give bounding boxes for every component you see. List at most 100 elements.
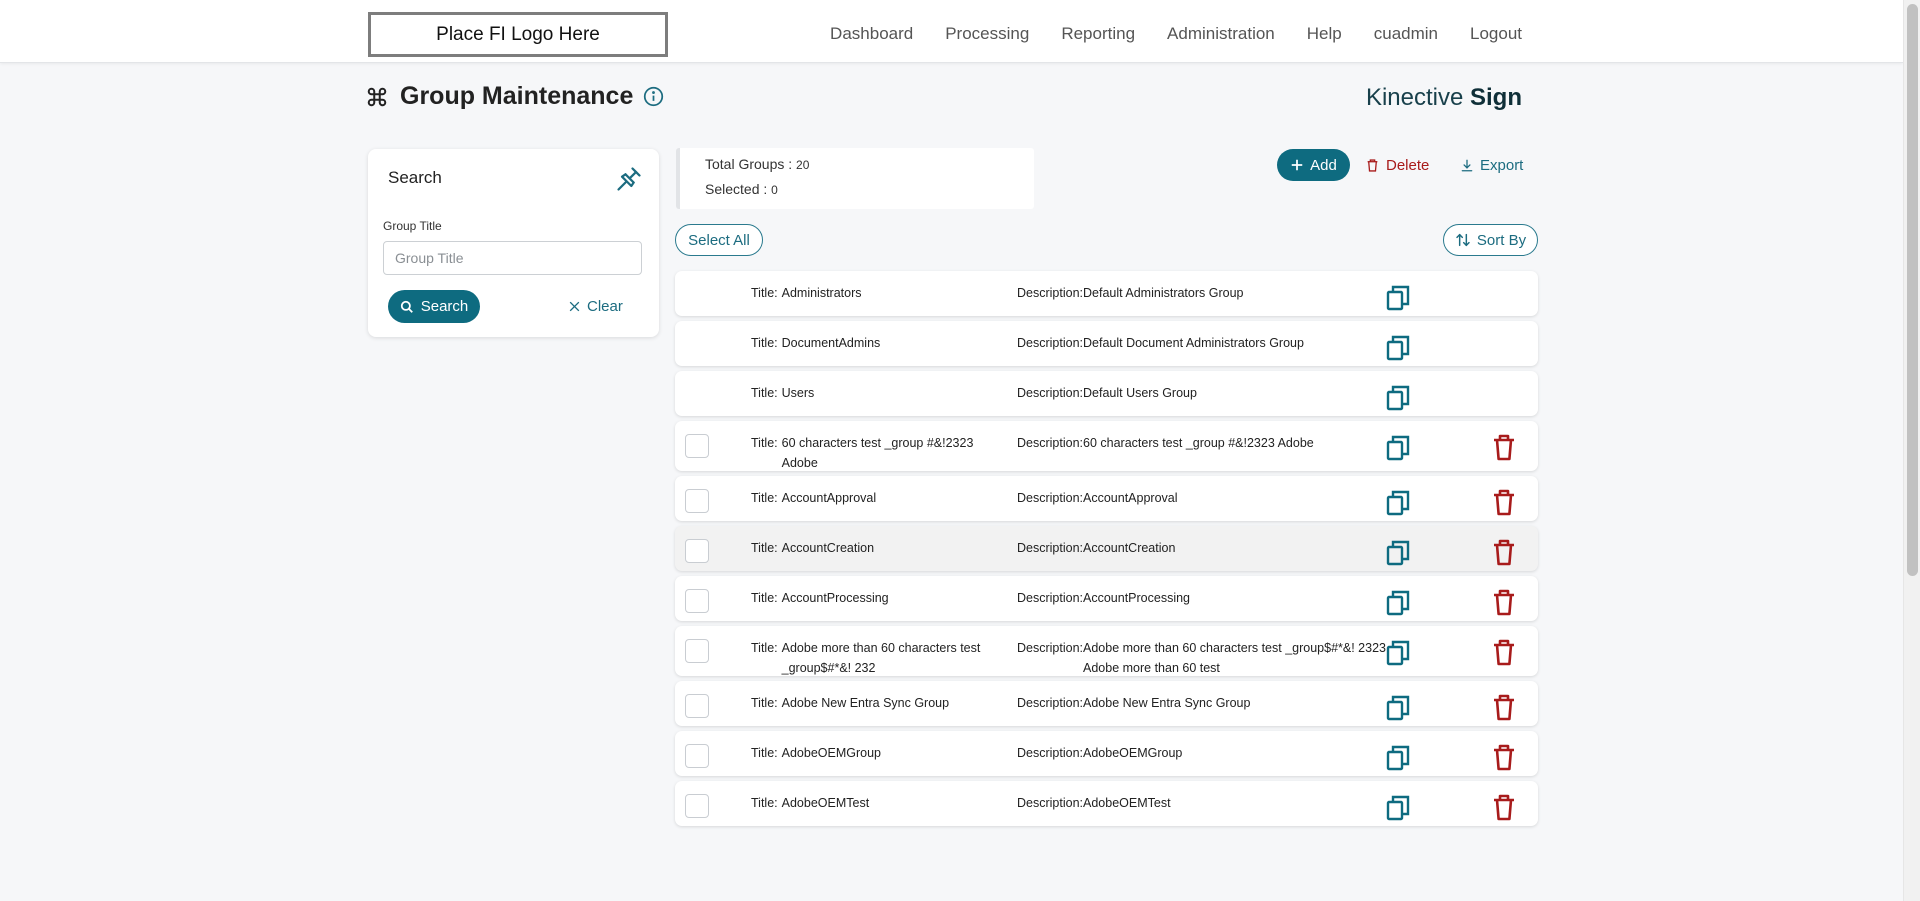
row-checkbox[interactable] (685, 589, 709, 613)
description-prefix: Description: (1017, 746, 1083, 760)
group-row[interactable]: Title: 60 characters test _group #&!2323 … (675, 421, 1538, 471)
trash-icon[interactable] (1492, 744, 1516, 771)
row-checkbox[interactable] (685, 434, 709, 458)
search-panel: Search Group Title Search Clear (368, 149, 659, 337)
group-row[interactable]: Title: AccountProcessing Description: Accou… (675, 576, 1538, 621)
logo-placeholder[interactable]: Place FI Logo Here (368, 12, 668, 57)
nav-logout[interactable]: Logout (1470, 24, 1522, 44)
row-checkbox[interactable] (685, 694, 709, 718)
clear-button[interactable]: Clear (568, 290, 623, 323)
group-title-value: Administrators (781, 286, 862, 300)
nav-dashboard[interactable]: Dashboard (830, 24, 913, 44)
copy-icon[interactable] (1385, 744, 1411, 771)
row-checkbox[interactable] (685, 539, 709, 563)
group-row[interactable]: Title: Adobe New Entra Sync Group Descript… (675, 681, 1538, 726)
copy-icon[interactable] (1385, 694, 1411, 721)
group-row[interactable]: Title: AccountApproval Description: Account… (675, 476, 1538, 521)
group-description: Description: AdobeOEMTest (1017, 793, 1387, 813)
group-description: Description: AccountApproval (1017, 488, 1387, 508)
group-title: Title: AccountCreation (751, 538, 1001, 558)
title-prefix: Title: (751, 591, 778, 605)
group-description: Description: AccountProcessing (1017, 588, 1387, 608)
row-checkbox[interactable] (685, 639, 709, 663)
delete-button[interactable]: Delete (1366, 149, 1429, 181)
title-prefix: Title: (751, 336, 778, 350)
nav-help[interactable]: Help (1307, 24, 1342, 44)
plus-icon (1291, 159, 1303, 171)
group-title-value: Adobe New Entra Sync Group (781, 696, 950, 710)
group-title: Title: DocumentAdmins (751, 333, 1001, 353)
group-row[interactable]: Title: AdobeOEMTest Description: AdobeOEMTe… (675, 781, 1538, 826)
export-button-label: Export (1480, 156, 1524, 174)
group-description: Description: 60 characters test _group #&… (1017, 433, 1387, 453)
page-scrollbar[interactable] (1903, 0, 1920, 901)
search-button[interactable]: Search (388, 290, 480, 323)
copy-icon[interactable] (1385, 639, 1411, 666)
copy-icon[interactable] (1385, 434, 1411, 461)
copy-icon[interactable] (1385, 334, 1411, 361)
description-prefix: Description: (1017, 541, 1083, 555)
group-row[interactable]: Title: DocumentAdmins Description: Default … (675, 321, 1538, 366)
select-all-button[interactable]: Select All (675, 224, 763, 256)
nav-processing[interactable]: Processing (945, 24, 1029, 44)
group-description-value: AccountApproval (1083, 491, 1178, 505)
pin-icon[interactable] (615, 165, 643, 193)
nav-user-account[interactable]: cuadmin (1374, 24, 1438, 44)
row-checkbox[interactable] (685, 489, 709, 513)
group-title-value: AccountProcessing (781, 591, 889, 605)
title-prefix: Title: (751, 746, 778, 760)
title-prefix: Title: (751, 436, 778, 450)
search-button-label: Search (420, 298, 469, 315)
trash-icon[interactable] (1492, 694, 1516, 721)
trash-icon[interactable] (1492, 539, 1516, 566)
nav-administration[interactable]: Administration (1167, 24, 1275, 44)
description-prefix: Description: (1017, 696, 1083, 710)
group-description: Description: Default Document Administrat… (1017, 333, 1387, 353)
trash-icon[interactable] (1492, 639, 1516, 666)
brand-name-bold: Sign (1470, 84, 1522, 111)
info-icon[interactable] (643, 86, 664, 107)
group-description: Description: Default Users Group (1017, 383, 1387, 403)
group-description-value: Default Document Administrators Group (1083, 336, 1304, 350)
row-checkbox[interactable] (685, 794, 709, 818)
title-prefix: Title: (751, 541, 778, 555)
group-title-value: AdobeOEMTest (781, 796, 870, 810)
group-row[interactable]: Title: Users Description: Default Users Gro… (675, 371, 1538, 416)
sort-icon (1456, 233, 1470, 247)
group-title-value: AccountCreation (781, 541, 875, 555)
sort-by-button[interactable]: Sort By (1443, 224, 1538, 256)
group-description-value: 60 characters test _group #&!2323 Adobe (1083, 436, 1314, 450)
group-title: Title: 60 characters test _group #&!2323 … (751, 433, 1001, 473)
selected-label: Selected : (705, 181, 772, 197)
copy-icon[interactable] (1385, 384, 1411, 411)
group-row[interactable]: Title: AdobeOEMGroup Description: AdobeOEMG… (675, 731, 1538, 776)
title-prefix: Title: (751, 696, 778, 710)
copy-icon[interactable] (1385, 489, 1411, 516)
copy-icon[interactable] (1385, 794, 1411, 821)
group-title-input[interactable] (383, 241, 642, 275)
group-row[interactable]: Title: Administrators Description: Default … (675, 271, 1538, 316)
row-checkbox[interactable] (685, 744, 709, 768)
copy-icon[interactable] (1385, 589, 1411, 616)
trash-icon[interactable] (1492, 794, 1516, 821)
group-title-value: 60 characters test _group #&!2323 Adobe (781, 436, 974, 470)
trash-icon[interactable] (1492, 589, 1516, 616)
selected-count: Selected : 0 (705, 181, 778, 197)
clear-button-label: Clear (587, 298, 623, 315)
group-row[interactable]: Title: AccountCreation Description: Account… (675, 526, 1538, 571)
title-prefix: Title: (751, 386, 778, 400)
copy-icon[interactable] (1385, 284, 1411, 311)
export-button[interactable]: Export (1460, 149, 1523, 181)
scrollbar-thumb[interactable] (1907, 4, 1918, 576)
group-title: Title: AccountApproval (751, 488, 1001, 508)
group-row[interactable]: Title: Adobe more than 60 characters test… (675, 626, 1538, 676)
copy-icon[interactable] (1385, 539, 1411, 566)
trash-icon[interactable] (1492, 434, 1516, 461)
group-title: Title: Administrators (751, 283, 1001, 303)
group-description-value: AccountCreation (1083, 541, 1176, 555)
trash-icon (1367, 158, 1378, 172)
group-description-value: AdobeOEMGroup (1083, 746, 1183, 760)
nav-reporting[interactable]: Reporting (1061, 24, 1135, 44)
add-button[interactable]: Add (1277, 149, 1350, 181)
trash-icon[interactable] (1492, 489, 1516, 516)
